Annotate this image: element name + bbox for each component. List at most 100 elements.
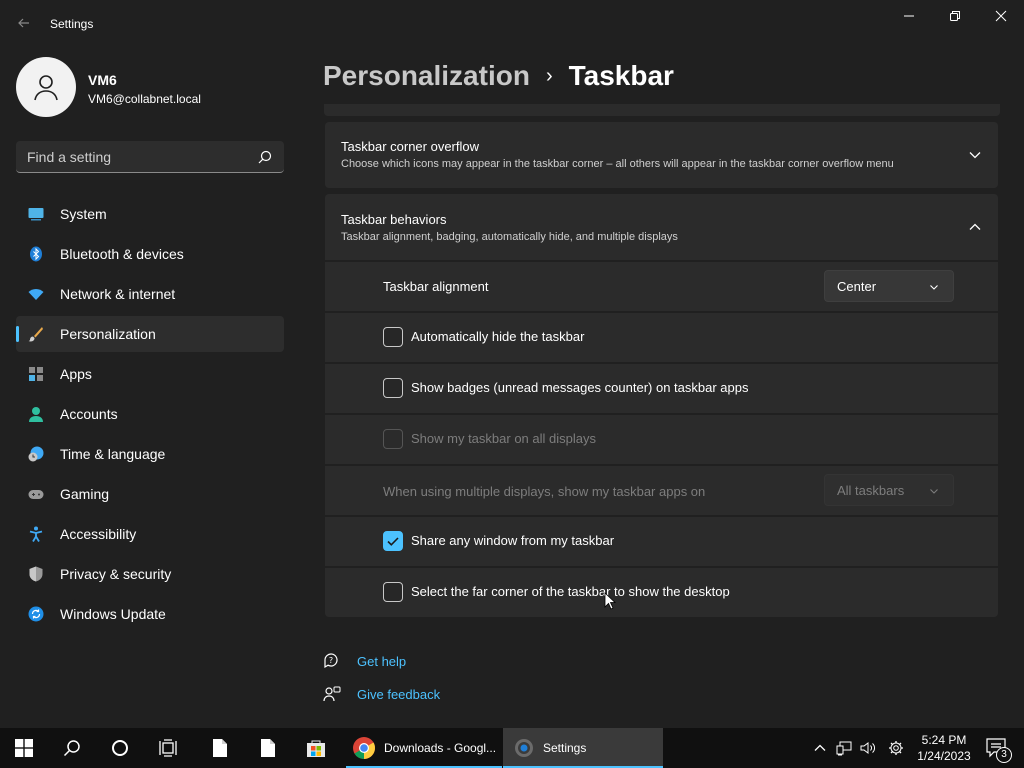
sidebar-item-accounts[interactable]: Accounts bbox=[16, 396, 284, 432]
avatar bbox=[16, 57, 76, 117]
close-button[interactable] bbox=[978, 0, 1024, 32]
volume-icon[interactable] bbox=[860, 740, 876, 756]
task-view-icon bbox=[159, 739, 177, 757]
auto-hide-label[interactable]: Automatically hide the taskbar bbox=[411, 329, 584, 344]
apps-icon bbox=[29, 367, 43, 381]
restore-button[interactable] bbox=[932, 0, 978, 32]
get-help-link[interactable]: ? Get help bbox=[323, 651, 406, 671]
taskbar: Downloads - Googl... Settings 5:24 PM 1/… bbox=[0, 728, 1024, 768]
sidebar-item-label: Apps bbox=[60, 366, 92, 382]
get-help-text[interactable]: Get help bbox=[357, 654, 406, 669]
cortana-button[interactable] bbox=[96, 728, 144, 768]
system-clock[interactable]: 5:24 PM 1/24/2023 bbox=[909, 732, 979, 764]
store-button[interactable] bbox=[292, 728, 340, 768]
previous-card-edge bbox=[324, 104, 1000, 116]
share-window-checkbox[interactable] bbox=[383, 531, 403, 551]
taskbar-search-button[interactable] bbox=[48, 728, 96, 768]
give-feedback-text[interactable]: Give feedback bbox=[357, 687, 440, 702]
settings-gear-icon bbox=[515, 739, 533, 757]
task-view-button[interactable] bbox=[144, 728, 192, 768]
far-corner-row: Select the far corner of the taskbar to … bbox=[325, 568, 998, 617]
badges-label[interactable]: Show badges (unread messages counter) on… bbox=[411, 380, 748, 395]
pinned-file-button[interactable] bbox=[196, 728, 244, 768]
chevron-down-icon bbox=[930, 489, 938, 494]
auto-hide-row: Automatically hide the taskbar bbox=[325, 313, 998, 362]
shield-icon bbox=[29, 566, 43, 582]
multi-display-row: When using multiple displays, show my ta… bbox=[325, 466, 998, 515]
sidebar-item-personalization[interactable]: Personalization bbox=[16, 316, 284, 352]
all-displays-row: Show my taskbar on all displays bbox=[325, 415, 998, 464]
taskbar-alignment-dropdown[interactable]: Center bbox=[824, 270, 954, 302]
taskbar-alignment-label: Taskbar alignment bbox=[383, 279, 489, 294]
sidebar-item-label: Accessibility bbox=[60, 526, 137, 542]
taskbar-corner-overflow-card[interactable]: Taskbar corner overflow Choose which ico… bbox=[325, 122, 998, 188]
clock-time: 5:24 PM bbox=[921, 733, 967, 747]
gear-icon[interactable] bbox=[888, 740, 904, 756]
document-icon bbox=[213, 739, 227, 757]
network-icon[interactable] bbox=[836, 740, 852, 756]
update-icon bbox=[28, 606, 44, 622]
wifi-icon bbox=[28, 289, 44, 300]
close-icon bbox=[995, 10, 1007, 22]
sidebar-item-privacy[interactable]: Privacy & security bbox=[16, 556, 284, 592]
sidebar-item-bluetooth[interactable]: Bluetooth & devices bbox=[16, 236, 284, 272]
search-icon bbox=[63, 740, 80, 757]
pinned-file-button-2[interactable] bbox=[244, 728, 292, 768]
gamepad-icon bbox=[28, 490, 44, 499]
search-input[interactable]: Find a setting bbox=[16, 141, 284, 173]
sidebar-item-gaming[interactable]: Gaming bbox=[16, 476, 284, 512]
brush-icon bbox=[28, 327, 43, 342]
chevron-down-icon[interactable] bbox=[968, 148, 982, 162]
breadcrumb-parent[interactable]: Personalization bbox=[323, 60, 530, 92]
sidebar-item-label: Time & language bbox=[60, 446, 166, 462]
user-profile[interactable]: VM6 VM6@collabnet.local bbox=[16, 57, 286, 119]
minimize-button[interactable] bbox=[886, 0, 932, 32]
sidebar-item-label: Bluetooth & devices bbox=[60, 246, 184, 262]
back-arrow-icon bbox=[18, 18, 29, 28]
mouse-cursor-icon bbox=[604, 592, 616, 610]
sidebar-item-label: System bbox=[60, 206, 107, 222]
far-corner-label[interactable]: Select the far corner of the taskbar to … bbox=[411, 584, 730, 599]
give-feedback-link[interactable]: Give feedback bbox=[323, 684, 440, 704]
windows-logo-icon bbox=[15, 739, 33, 757]
share-window-label[interactable]: Share any window from my taskbar bbox=[411, 533, 614, 548]
sidebar-item-label: Accounts bbox=[60, 406, 118, 422]
sidebar-item-windows-update[interactable]: Windows Update bbox=[16, 596, 284, 632]
auto-hide-checkbox[interactable] bbox=[383, 327, 403, 347]
chrome-icon bbox=[353, 737, 375, 759]
dropdown-value: All taskbars bbox=[837, 483, 905, 498]
sidebar-item-label: Personalization bbox=[60, 326, 156, 342]
sidebar-item-apps[interactable]: Apps bbox=[16, 356, 284, 392]
breadcrumb-separator: › bbox=[545, 64, 553, 87]
sidebar-item-system[interactable]: System bbox=[16, 196, 284, 232]
notification-count-badge: 3 bbox=[996, 747, 1012, 763]
sidebar-item-time-language[interactable]: Time & language bbox=[16, 436, 284, 472]
sidebar-item-label: Windows Update bbox=[60, 606, 166, 622]
accessibility-icon bbox=[29, 526, 43, 542]
sidebar-item-accessibility[interactable]: Accessibility bbox=[16, 516, 284, 552]
taskbar-app-settings[interactable]: Settings bbox=[503, 728, 663, 768]
chevron-up-icon[interactable] bbox=[968, 220, 982, 234]
settings-window: Settings VM6 VM6@collabnet.local Find a … bbox=[0, 0, 1024, 728]
sidebar-item-network[interactable]: Network & internet bbox=[16, 276, 284, 312]
app-title: Settings bbox=[50, 17, 94, 31]
dropdown-value: Center bbox=[837, 279, 877, 294]
chevron-down-icon bbox=[930, 285, 938, 290]
search-icon bbox=[258, 150, 272, 164]
taskbar-app-label: Settings bbox=[543, 741, 587, 755]
taskbar-behaviors-card[interactable]: Taskbar behaviors Taskbar alignment, bad… bbox=[325, 194, 998, 260]
back-button[interactable] bbox=[12, 12, 36, 36]
bluetooth-icon bbox=[30, 246, 42, 262]
all-displays-label: Show my taskbar on all displays bbox=[411, 431, 596, 446]
chevron-up-icon[interactable] bbox=[812, 740, 828, 756]
clock-globe-icon bbox=[28, 446, 44, 462]
restore-icon bbox=[950, 11, 960, 21]
person-avatar-icon bbox=[34, 75, 58, 101]
taskbar-app-chrome[interactable]: Downloads - Googl... bbox=[346, 728, 502, 768]
multi-display-label: When using multiple displays, show my ta… bbox=[383, 484, 706, 499]
badges-checkbox[interactable] bbox=[383, 378, 403, 398]
person-icon bbox=[29, 407, 43, 422]
sidebar-item-label: Network & internet bbox=[60, 286, 176, 302]
far-corner-checkbox[interactable] bbox=[383, 582, 403, 602]
start-button[interactable] bbox=[0, 728, 48, 768]
